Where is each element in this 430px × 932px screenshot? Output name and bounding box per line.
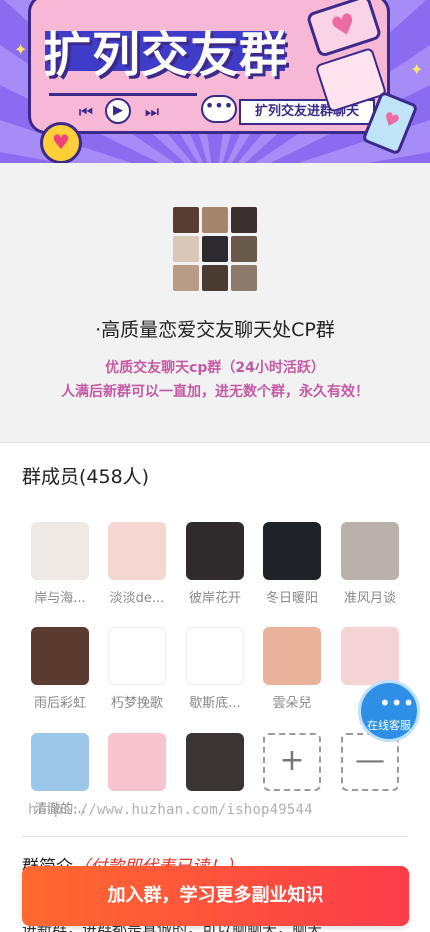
member-name: 雨后彩虹 xyxy=(33,696,86,711)
group-avatar-thumb xyxy=(231,207,257,233)
banner-title: 扩列交友群 xyxy=(43,27,289,83)
member-avatar xyxy=(108,522,166,580)
heart-coin-icon: ♥ xyxy=(40,122,82,163)
group-avatar-thumb xyxy=(202,265,228,291)
member-item[interactable]: 岸与海... xyxy=(25,522,95,606)
group-avatar-thumb xyxy=(231,265,257,291)
member-avatar xyxy=(341,522,399,580)
divider xyxy=(22,836,408,837)
page: 扩列交友群 ⏮ ▶ ⏭ ••• 扩列交友进群聊天 ♥ ♥ ♥ ✦ ✦ ·高质量恋… xyxy=(0,0,430,932)
play-icon: ▶ xyxy=(105,98,131,124)
group-desc-line1: 优质交友聊天cp群（24小时活跃） xyxy=(105,360,325,376)
member-name: 雲朵兒 xyxy=(272,696,312,711)
member-item[interactable]: 淡淡de... xyxy=(102,522,172,606)
remove-member-button[interactable]: — xyxy=(335,733,405,791)
add-member-button[interactable]: + xyxy=(257,733,327,791)
member-name: 淡淡de... xyxy=(109,591,165,606)
headset-icon: ••• xyxy=(379,691,415,715)
next-icon: ⏭ xyxy=(144,102,160,121)
group-name: ·高质量恋爱交友聊天处CP群 xyxy=(95,319,335,341)
plus-icon: + xyxy=(263,733,321,791)
group-avatar-thumb xyxy=(173,236,199,262)
member-item[interactable]: 雨后彩虹 xyxy=(25,627,95,711)
member-item[interactable]: 朽梦挽歌 xyxy=(102,627,172,711)
member-avatar xyxy=(341,627,399,685)
member-item[interactable]: 准风月谈 xyxy=(335,522,405,606)
previous-icon: ⏮ xyxy=(78,102,94,121)
member-name: 准风月谈 xyxy=(343,591,396,606)
member-name: 朽梦挽歌 xyxy=(110,696,163,711)
progress-bar xyxy=(49,93,197,96)
group-avatar-thumb xyxy=(173,265,199,291)
members-title: 群成员(458人) xyxy=(22,466,150,488)
join-group-button[interactable]: 加入群，学习更多副业知识 xyxy=(22,866,409,926)
online-service-label: 在线客服 xyxy=(367,719,411,732)
banner: 扩列交友群 ⏮ ▶ ⏭ ••• 扩列交友进群聊天 ♥ ♥ ♥ ✦ ✦ xyxy=(0,0,430,163)
group-avatar-thumb xyxy=(173,207,199,233)
banner-phone-illustration: 扩列交友群 ⏮ ▶ ⏭ ••• 扩列交友进群聊天 ♥ xyxy=(28,0,390,134)
member-item[interactable] xyxy=(180,733,250,798)
group-info: ·高质量恋爱交友聊天处CP群 优质交友聊天cp群（24小时活跃） 人满后新群可以… xyxy=(0,163,430,443)
online-service-button[interactable]: ••• 在线客服 xyxy=(358,680,420,742)
member-item[interactable]: 歇斯底... xyxy=(180,627,250,711)
member-name: 冬日暖阳 xyxy=(265,591,318,606)
sparkle-icon: ✦ xyxy=(14,40,28,59)
member-avatar xyxy=(186,627,244,685)
member-item[interactable]: 雲朵兒 xyxy=(257,627,327,711)
member-avatar xyxy=(108,627,166,685)
group-desc-line2: 人满后新群可以一直加，进无数个群，永久有效！ xyxy=(61,384,369,400)
member-name: 岸与海... xyxy=(34,591,86,606)
group-avatar-thumb xyxy=(202,236,228,262)
watermark: https://www.huzhan.com/ishop49544 xyxy=(28,802,313,818)
member-name: 歇斯底... xyxy=(189,696,241,711)
member-avatar xyxy=(31,522,89,580)
group-avatar-thumb xyxy=(202,207,228,233)
group-avatar-grid xyxy=(173,207,257,291)
member-avatar xyxy=(263,627,321,685)
member-item[interactable]: 彼岸花开 xyxy=(180,522,250,606)
member-avatar xyxy=(186,733,244,791)
member-avatar xyxy=(31,733,89,791)
group-avatar-thumb xyxy=(231,236,257,262)
member-avatar xyxy=(186,522,244,580)
sparkle-icon: ✦ xyxy=(410,60,424,79)
member-avatar xyxy=(31,627,89,685)
member-name: 彼岸花开 xyxy=(188,591,241,606)
member-avatar xyxy=(263,522,321,580)
speech-bubble-icon: ••• xyxy=(201,95,237,123)
member-item[interactable] xyxy=(102,733,172,798)
member-item[interactable]: 冬日暖阳 xyxy=(257,522,327,606)
member-avatar xyxy=(108,733,166,791)
